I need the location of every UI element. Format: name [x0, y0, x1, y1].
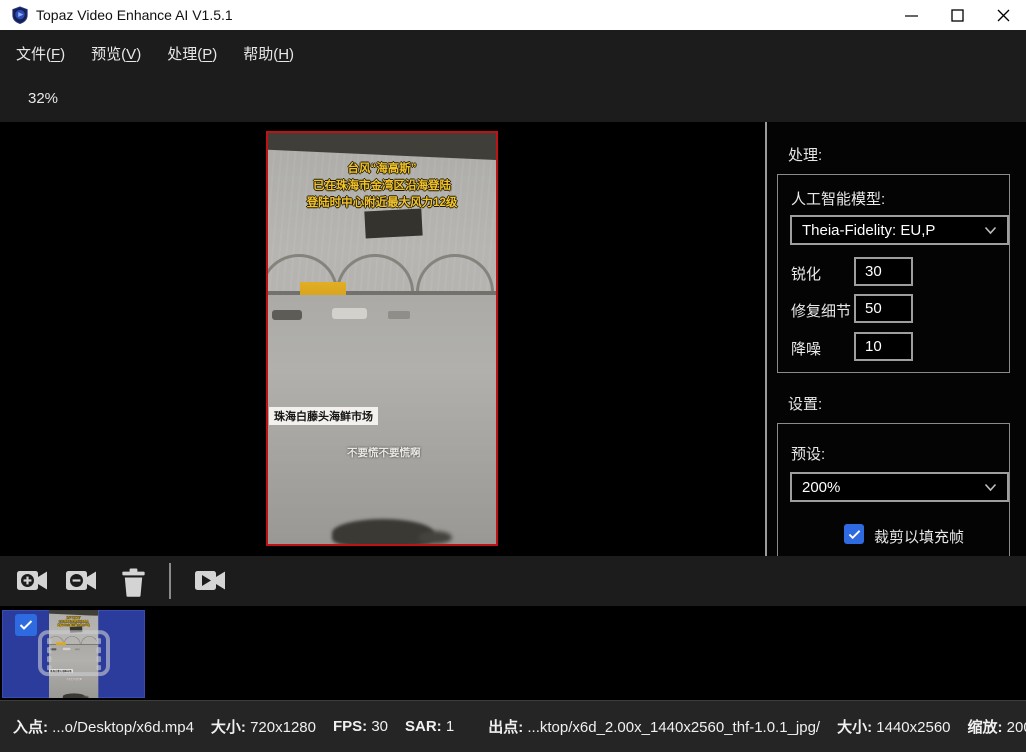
restore-detail-label: 修复细节 [791, 300, 851, 321]
chevron-down-icon [984, 483, 997, 492]
status-output-path: 出点: ...ktop/x6d_2.00x_1440x2560_thf-1.0.… [488, 716, 820, 737]
overlay-location-label: 珠海白藤头海鲜市场 [269, 407, 378, 425]
playback-toolbar: 32% / 357 [ : ] [0, 76, 1026, 122]
clip-thumbnail-card[interactable]: 台风“海高斯” 已在珠海市金湾区沿海登陆 登陆时中心附近最大风力12级 珠海白藤… [2, 610, 145, 698]
crop-to-fill-checkbox[interactable] [844, 524, 864, 544]
process-video-button[interactable] [194, 568, 227, 598]
preset-value: 200% [802, 479, 840, 496]
thumbnail-strip: 台风“海高斯” 已在珠海市金湾区沿海登陆 登陆时中心附近最大风力12级 珠海白藤… [0, 606, 1026, 700]
menu-bar: 文件(F) 预览(V) 处理(P) 帮助(H) [0, 30, 1026, 76]
preview-area: 台风“海高斯” 已在珠海市金湾区沿海登陆 登陆时中心附近最大风力12级 珠海白藤… [0, 122, 767, 556]
settings-heading: 设置: [788, 393, 822, 414]
maximize-button[interactable] [934, 0, 980, 30]
menu-file[interactable]: 文件(F) [14, 39, 67, 68]
ai-model-value: Theia-Fidelity: EU,P [802, 222, 935, 239]
minimize-button[interactable] [888, 0, 934, 30]
menu-process[interactable]: 处理(P) [165, 39, 219, 68]
sharpen-input[interactable] [854, 257, 913, 286]
add-video-button[interactable] [16, 568, 49, 598]
status-input-path: 入点: ...o/Desktop/x6d.mp4 [13, 716, 194, 737]
ai-model-group: 人工智能模型: Theia-Fidelity: EU,P 锐化 修复细节 降噪 [777, 174, 1010, 373]
camera-minus-icon [65, 568, 98, 593]
trash-icon [120, 568, 147, 597]
billboard-silhouette [364, 209, 422, 239]
settings-panel: 处理: 人工智能模型: Theia-Fidelity: EU,P 锐化 修复细节… [767, 122, 1026, 556]
preset-group: 预设: 200% 裁剪以填充帧 [777, 423, 1010, 556]
toolbar-separator [169, 563, 171, 599]
check-icon [19, 619, 33, 631]
status-fps: FPS: 30 [333, 718, 388, 735]
preset-label: 预设: [791, 443, 825, 464]
film-strip-icon [38, 630, 110, 676]
status-bar: 入点: ...o/Desktop/x6d.mp4 大小: 720x1280 FP… [0, 700, 1026, 752]
zoom-level-label: 32% [28, 90, 58, 107]
chevron-down-icon [984, 226, 997, 235]
check-icon [848, 529, 861, 540]
status-scale: 缩放: 200% [968, 716, 1026, 737]
overlay-title-line2: 已在珠海市金湾区沿海登陆 [268, 179, 496, 193]
overlay-caption: 不要慌不要慌啊 [347, 445, 421, 460]
video-preview-image: 台风“海高斯” 已在珠海市金湾区沿海登陆 登陆时中心附近最大风力12级 珠海白藤… [268, 133, 496, 544]
video-preview: 台风“海高斯” 已在珠海市金湾区沿海登陆 登陆时中心附近最大风力12级 珠海白藤… [266, 131, 498, 546]
status-output-size: 大小: 1440x2560 [837, 716, 950, 737]
processing-heading: 处理: [788, 144, 822, 165]
window-titlebar: Topaz Video Enhance AI V1.5.1 [0, 0, 1026, 30]
close-button[interactable] [980, 0, 1026, 30]
sharpen-label: 锐化 [791, 263, 821, 284]
denoise-input[interactable] [854, 332, 913, 361]
menu-help[interactable]: 帮助(H) [241, 39, 296, 68]
status-input-size: 大小: 720x1280 [211, 716, 316, 737]
app-window: Topaz Video Enhance AI V1.5.1 文件(F) 预览(V… [0, 0, 1026, 752]
denoise-label: 降噪 [791, 338, 821, 359]
remove-video-button[interactable] [65, 568, 98, 598]
overlay-title-line1: 台风“海高斯” [268, 162, 496, 176]
preset-dropdown[interactable]: 200% [790, 472, 1009, 502]
clip-select-checkbox[interactable] [15, 614, 37, 636]
crop-to-fill-label: 裁剪以填充帧 [874, 526, 964, 547]
ai-model-dropdown[interactable]: Theia-Fidelity: EU,P [790, 215, 1009, 245]
restore-detail-input[interactable] [854, 294, 913, 323]
overlay-title-line3: 登陆时中心附近最大风力12级 [268, 196, 496, 210]
ai-model-label: 人工智能模型: [791, 188, 885, 209]
window-title: Topaz Video Enhance AI V1.5.1 [36, 7, 233, 23]
status-sar: SAR: 1 [405, 718, 454, 735]
delete-clip-button[interactable] [120, 568, 147, 602]
camera-play-icon [194, 568, 227, 593]
app-logo-icon [11, 6, 29, 24]
clip-toolbar [0, 556, 1026, 606]
camera-plus-icon [16, 568, 49, 593]
menu-preview[interactable]: 预览(V) [89, 39, 143, 68]
